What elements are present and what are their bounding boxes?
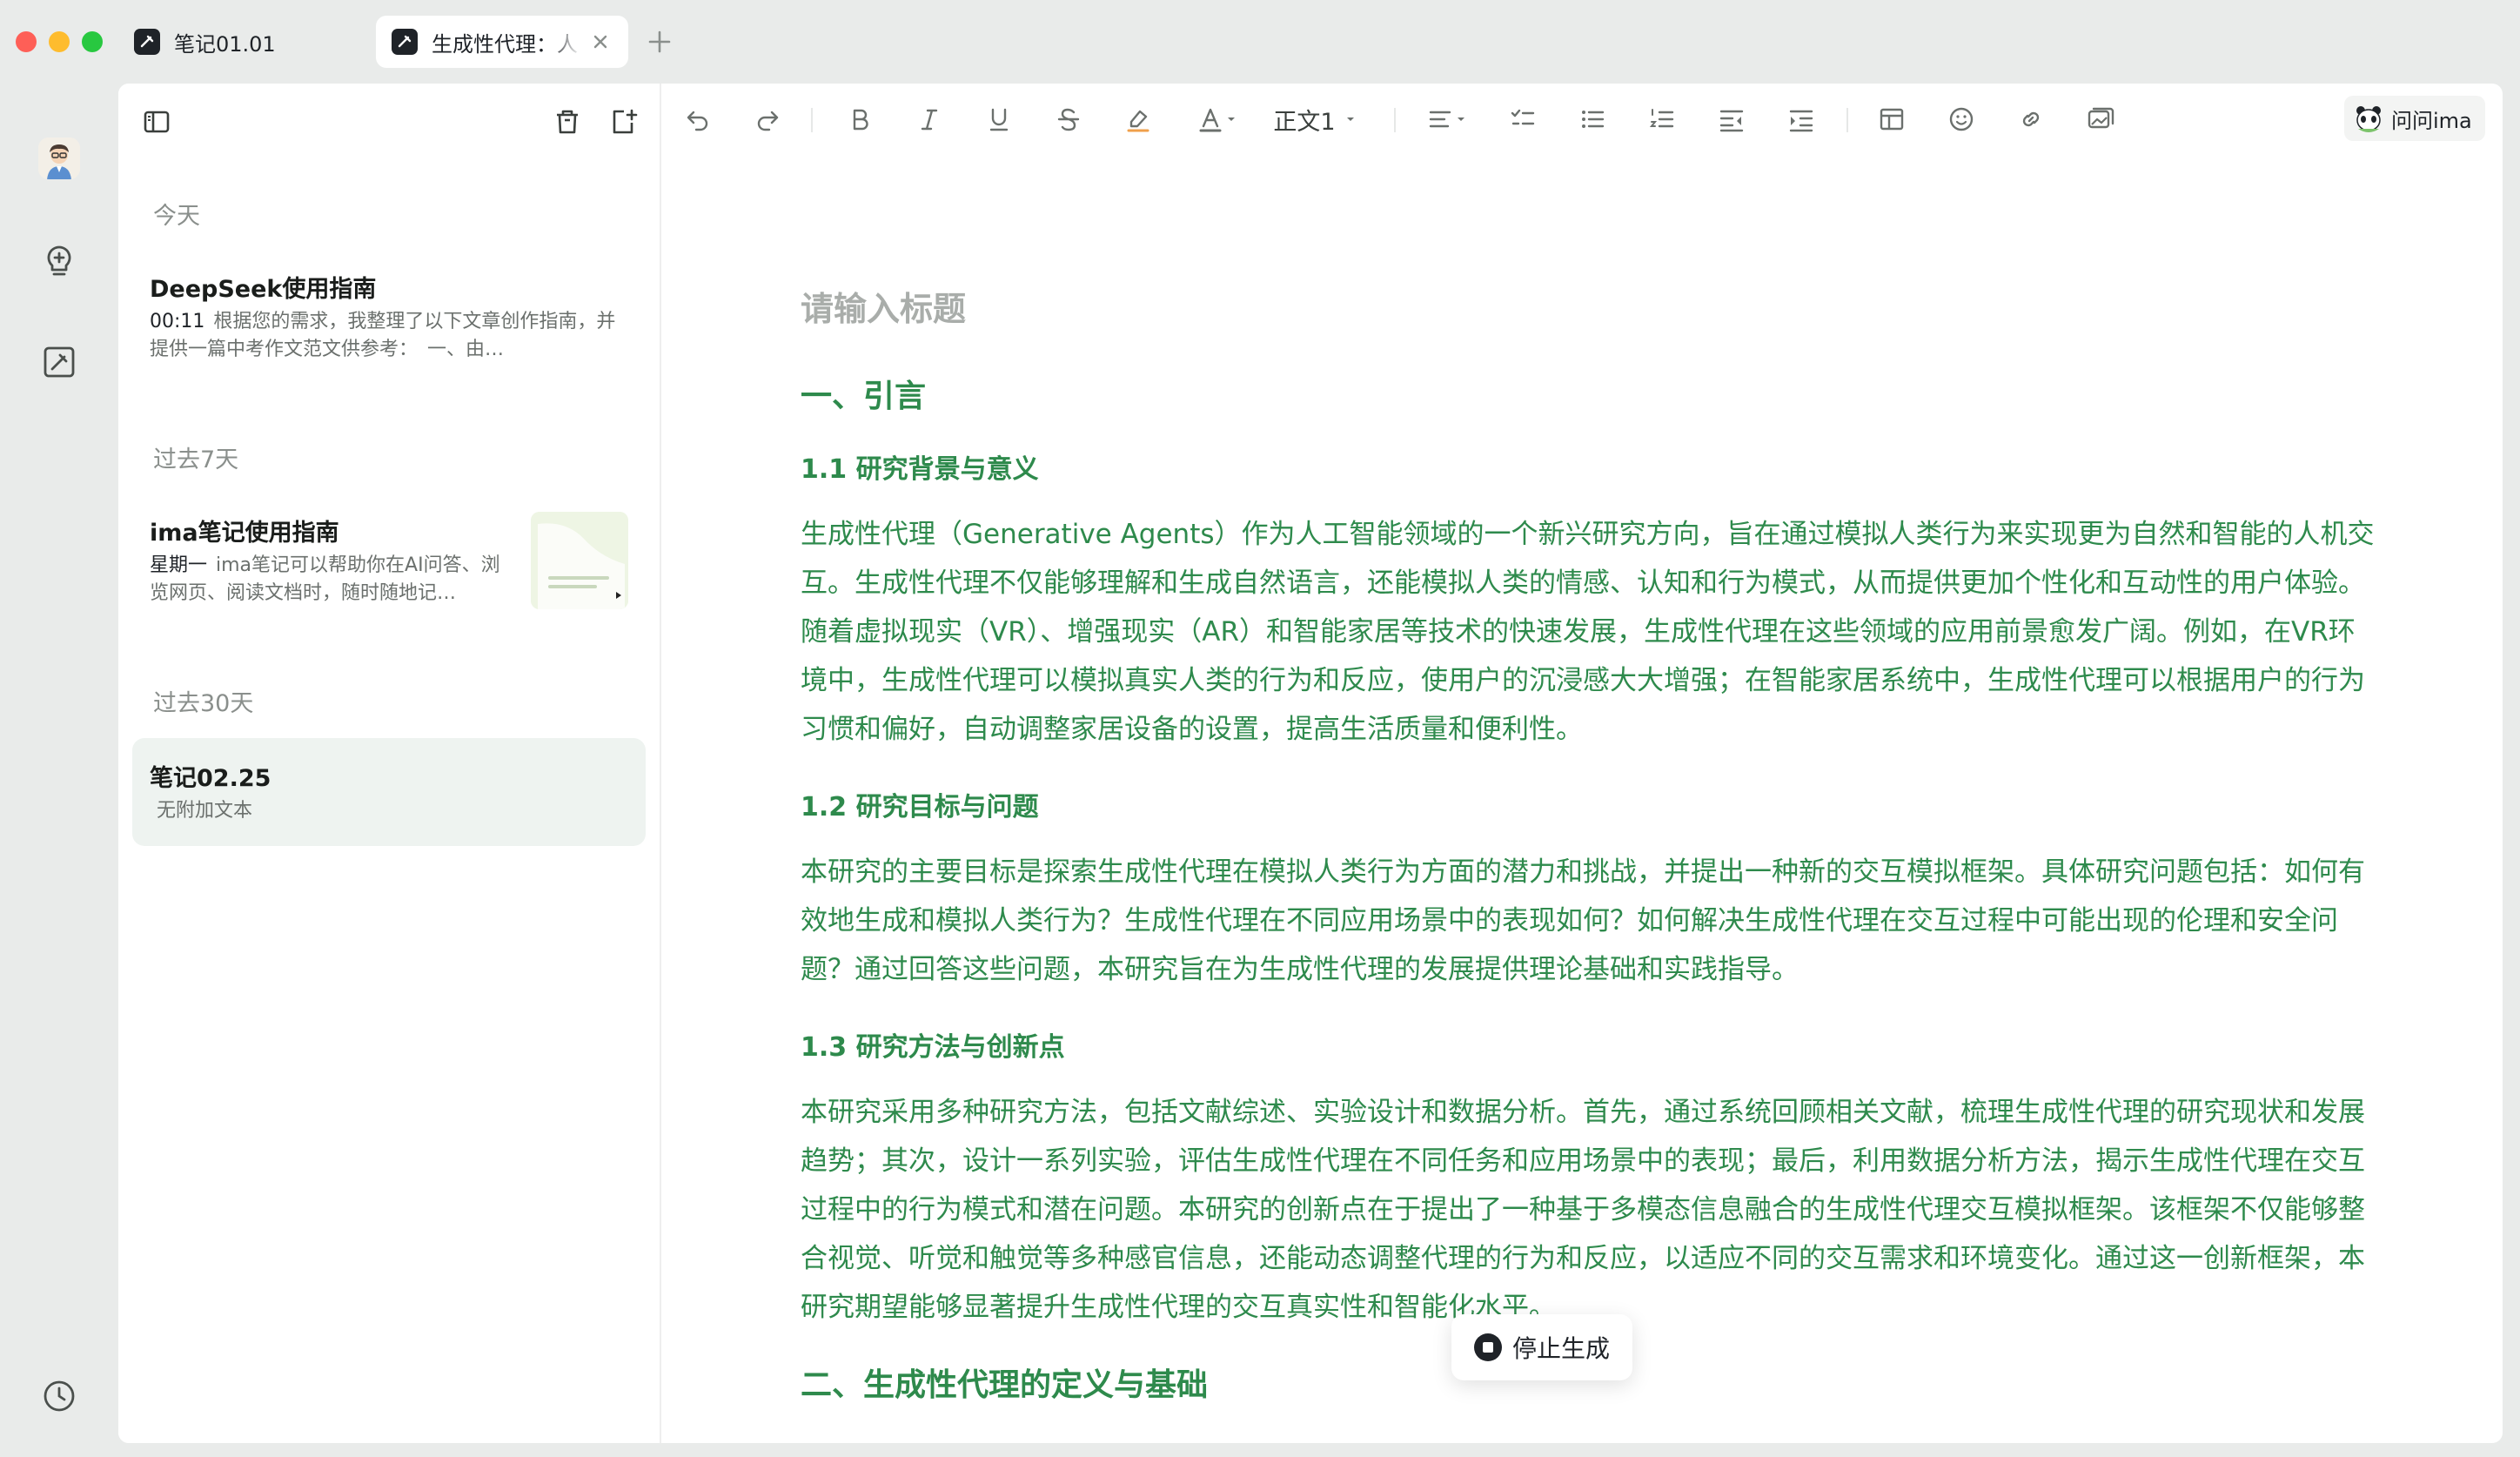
history-clock-icon[interactable]: [38, 1375, 80, 1417]
toggle-sidebar-icon[interactable]: [136, 101, 178, 143]
note-title: ima笔记使用指南: [150, 520, 339, 547]
minimize-window-button[interactable]: [49, 31, 70, 52]
note-title: 笔记02.25: [150, 765, 271, 792]
section-header-past-30-days: 过去30天: [153, 690, 254, 717]
note-edit-icon[interactable]: [38, 341, 80, 383]
note-snippet: 00:11 根据您的需求，我整理了以下文章创作指南，并提供一篇中考作文范文供参考：…: [150, 308, 620, 364]
tab-label: 生成性代理：人: [432, 31, 578, 57]
note-snippet-text: 根据您的需求，我整理了以下文章创作指南，并提供一篇中考作文范文供参考： 一、由…: [150, 311, 616, 360]
add-tab-icon[interactable]: [646, 28, 674, 56]
emoji-icon[interactable]: [1942, 101, 1980, 138]
highlight-icon[interactable]: [1119, 101, 1157, 138]
paragraph[interactable]: 本研究的主要目标是探索生成性代理在模拟人类行为方面的潜力和挑战，并提出一种新的交…: [801, 848, 2376, 994]
toolbar-divider: [1846, 108, 1848, 132]
left-rail: [0, 84, 118, 1457]
note-app-icon: [134, 29, 160, 55]
paragraph[interactable]: 生成性代理（Generative Agents）作为人工智能领域的一个新兴研究方…: [801, 510, 2376, 754]
heading-1[interactable]: 二、生成性代理的定义与基础: [801, 1360, 1208, 1405]
note-app-icon: [392, 29, 418, 55]
link-icon[interactable]: [2012, 101, 2050, 138]
paragraph[interactable]: 本研究采用多种研究方法，包括文献综述、实验设计和数据分析。首先，通过系统回顾相关…: [801, 1088, 2376, 1332]
maximize-window-button[interactable]: [82, 31, 103, 52]
title-bar: 笔记01.01 生成性代理：人: [0, 0, 2520, 84]
undo-icon[interactable]: [679, 101, 717, 138]
section-header-today: 今天: [153, 203, 200, 230]
note-list-item[interactable]: DeepSeek使用指南 00:11 根据您的需求，我整理了以下文章创作指南，并提…: [132, 254, 646, 376]
heading-2[interactable]: 1.1 研究背景与意义: [801, 447, 1039, 486]
document-title-input[interactable]: 请输入标题: [801, 282, 966, 330]
heading-1[interactable]: 一、引言: [801, 371, 926, 416]
notes-sidebar: 今天 DeepSeek使用指南 00:11 根据您的需求，我整理了以下文章创作指南…: [118, 84, 661, 1443]
stop-generation-label: 停止生成: [1511, 1334, 1610, 1363]
main-window: 今天 DeepSeek使用指南 00:11 根据您的需求，我整理了以下文章创作指南…: [118, 84, 2503, 1443]
note-snippet: 无附加文本: [157, 800, 253, 822]
font-color-icon[interactable]: [1189, 101, 1244, 138]
note-list-item-selected[interactable]: 笔记02.25 无附加文本: [132, 738, 646, 846]
lightbulb-plus-icon[interactable]: [38, 240, 80, 282]
note-list-item[interactable]: ima笔记使用指南 星期一 ima笔记可以帮助你在AI问答、浏览网页、阅读文档时，…: [132, 493, 646, 623]
chevron-down-icon: [1346, 118, 1354, 121]
table-icon[interactable]: [1873, 101, 1911, 138]
underline-icon[interactable]: [980, 101, 1018, 138]
avatar[interactable]: [38, 138, 80, 179]
text-style-value: 正文1: [1273, 108, 1336, 136]
image-gallery-icon[interactable]: [2081, 101, 2120, 138]
note-time: 00:11: [150, 311, 205, 332]
strikethrough-icon[interactable]: [1049, 101, 1088, 138]
align-icon[interactable]: [1418, 101, 1474, 138]
trash-icon[interactable]: [546, 101, 588, 143]
new-note-icon[interactable]: [602, 101, 644, 143]
stop-icon: [1473, 1333, 1502, 1361]
checklist-icon[interactable]: [1504, 101, 1542, 138]
heading-2[interactable]: 1.2 研究目标与问题: [801, 785, 1039, 823]
heading-2[interactable]: 1.3 研究方法与创新点: [801, 1025, 1065, 1064]
italic-icon[interactable]: [910, 101, 948, 138]
toolbar-divider: [1394, 108, 1396, 132]
note-time: 星期一: [150, 554, 208, 576]
ask-ima-button[interactable]: 问问ima: [2344, 96, 2485, 141]
note-thumbnail: [531, 512, 628, 609]
stop-generation-button[interactable]: 停止生成: [1451, 1314, 1632, 1380]
note-snippet: 星期一 ima笔记可以帮助你在AI问答、浏览网页、阅读文档时，随时随地记…: [150, 552, 515, 608]
close-icon[interactable]: [588, 30, 613, 54]
bulleted-list-icon[interactable]: [1573, 101, 1612, 138]
note-title: DeepSeek使用指南: [150, 276, 377, 303]
panda-icon: [2356, 106, 2381, 132]
numbered-list-icon[interactable]: [1643, 101, 1681, 138]
text-style-select[interactable]: 正文1: [1267, 101, 1363, 138]
tab-note-0101[interactable]: 笔记01.01: [118, 16, 371, 68]
ask-ima-label: 问问ima: [2391, 108, 2472, 133]
tab-label: 笔记01.01: [174, 31, 276, 57]
formatting-toolbar: 正文1 问问ima: [661, 84, 2503, 153]
toolbar-divider: [811, 108, 813, 132]
indent-icon[interactable]: [1782, 101, 1820, 138]
editor: 正文1 问问ima 请输入标题 一、引言 1.1 研究背景与意义 生成性代理（G…: [661, 84, 2503, 1443]
close-window-button[interactable]: [16, 31, 37, 52]
section-header-past-7-days: 过去7天: [153, 446, 239, 473]
bold-icon[interactable]: [841, 101, 879, 138]
tab-generative-agents[interactable]: 生成性代理：人: [376, 16, 628, 68]
outdent-icon[interactable]: [1712, 101, 1751, 138]
redo-icon[interactable]: [748, 101, 787, 138]
